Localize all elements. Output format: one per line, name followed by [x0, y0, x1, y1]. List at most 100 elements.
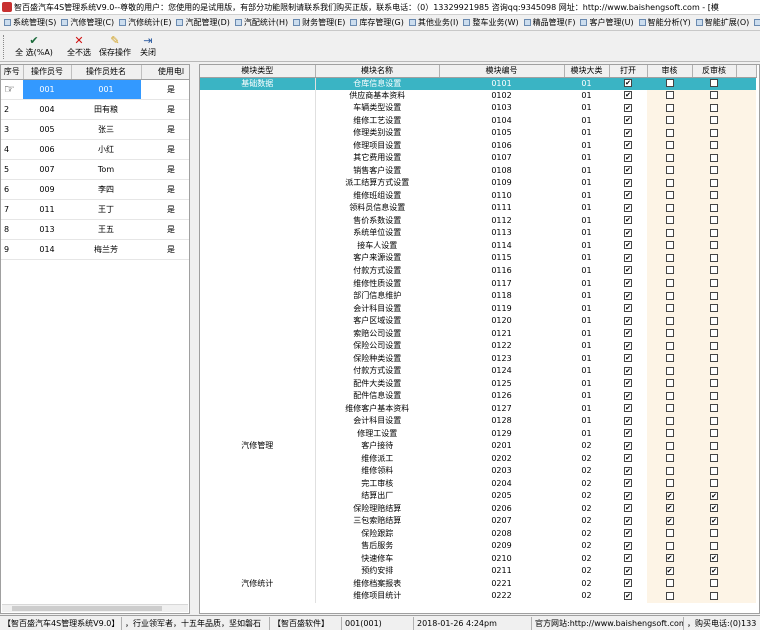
audit-checkbox[interactable] — [665, 116, 674, 125]
audit-checkbox[interactable]: ✔ — [665, 504, 674, 513]
open-checkbox[interactable]: ✔ — [624, 516, 632, 525]
operator-row[interactable]: 7 011 王丁是 — [1, 199, 189, 220]
module-row[interactable]: 预约安排 0211 02 ✔ ✔ ✔ — [200, 565, 756, 578]
unaudit-checkbox[interactable]: ✔ — [710, 504, 718, 513]
open-checkbox[interactable]: ✔ — [624, 554, 632, 563]
operator-row[interactable]: 4 006 小红是 — [1, 139, 189, 160]
module-row[interactable]: 修理类别设置 0105 01 ✔ — [200, 127, 756, 140]
unaudit-checkbox[interactable]: ✔ — [710, 491, 718, 500]
open-checkbox[interactable]: ✔ — [624, 116, 632, 125]
menu-item-9[interactable]: 精品管理(F) — [520, 15, 577, 30]
menu-item-0[interactable]: 系统管理(S) — [0, 15, 57, 30]
unaudit-checkbox[interactable] — [710, 79, 718, 87]
module-row[interactable]: 保险跟踪 0208 02 ✔ — [200, 527, 756, 541]
unaudit-checkbox[interactable] — [710, 191, 718, 200]
menu-item-13[interactable]: 基础数 — [750, 15, 760, 30]
unaudit-checkbox[interactable] — [710, 591, 718, 600]
menu-item-3[interactable]: 汽配管理(D) — [172, 15, 230, 30]
unaudit-checkbox[interactable] — [710, 404, 718, 413]
audit-checkbox[interactable] — [665, 354, 674, 363]
menu-item-4[interactable]: 汽配统计(H) — [231, 15, 289, 30]
open-checkbox[interactable]: ✔ — [624, 79, 632, 87]
unaudit-checkbox[interactable] — [710, 103, 718, 112]
module-column-header[interactable]: 模块类型 — [200, 65, 316, 78]
scrollbar-thumb[interactable] — [12, 606, 162, 611]
audit-checkbox[interactable] — [665, 441, 674, 450]
module-row[interactable]: 保险公司设置 0122 01 ✔ — [200, 339, 756, 353]
audit-checkbox[interactable] — [665, 379, 674, 388]
menu-item-7[interactable]: 其他业务(I) — [405, 15, 460, 30]
open-checkbox[interactable]: ✔ — [624, 316, 632, 325]
module-column-header[interactable]: 模块名称 — [315, 65, 440, 78]
module-row[interactable]: 系统单位设置 0113 01 ✔ — [200, 227, 756, 240]
open-checkbox[interactable]: ✔ — [624, 304, 632, 313]
audit-checkbox[interactable] — [665, 454, 674, 463]
audit-checkbox[interactable] — [665, 141, 674, 150]
unaudit-checkbox[interactable] — [710, 178, 718, 187]
unaudit-checkbox[interactable]: ✔ — [710, 516, 718, 525]
open-checkbox[interactable]: ✔ — [624, 541, 632, 550]
open-checkbox[interactable]: ✔ — [624, 379, 632, 388]
open-checkbox[interactable]: ✔ — [624, 479, 632, 488]
audit-checkbox[interactable] — [665, 329, 674, 338]
unaudit-checkbox[interactable]: ✔ — [710, 566, 718, 575]
toolbar-grip[interactable] — [3, 35, 6, 59]
module-row[interactable]: 部门信息维护 0118 01 ✔ — [200, 289, 756, 303]
operator-row[interactable]: 3 005 张三是 — [1, 119, 189, 140]
audit-checkbox[interactable] — [665, 341, 674, 350]
module-row[interactable]: 会计科目设置 0128 01 ✔ — [200, 414, 756, 428]
module-row[interactable]: 保险理赔结算 0206 02 ✔ ✔ ✔ — [200, 502, 756, 516]
open-checkbox[interactable]: ✔ — [624, 228, 632, 237]
audit-checkbox[interactable] — [665, 266, 674, 275]
audit-checkbox[interactable]: ✔ — [665, 554, 674, 563]
module-row[interactable]: 供应商基本资料 0102 01 ✔ — [200, 89, 756, 103]
module-row[interactable]: 派工结算方式设置 0109 01 ✔ — [200, 177, 756, 190]
save-button[interactable]: ✎ 保存操作 — [97, 34, 133, 60]
unaudit-checkbox[interactable] — [710, 141, 718, 150]
audit-checkbox[interactable]: ✔ — [665, 491, 674, 500]
audit-checkbox[interactable] — [665, 203, 674, 212]
audit-checkbox[interactable] — [665, 153, 674, 162]
module-row[interactable]: 付款方式设置 0116 01 ✔ — [200, 264, 756, 278]
module-row[interactable]: 保险种类设置 0123 01 ✔ — [200, 352, 756, 365]
unaudit-checkbox[interactable] — [710, 153, 718, 162]
select-none-button[interactable]: ✕ 全不选 — [64, 34, 94, 60]
operator-row[interactable]: 5 007 Tom 是 — [1, 159, 189, 180]
unaudit-checkbox[interactable] — [710, 366, 718, 375]
module-row[interactable]: 客户区域设置 0120 01 ✔ — [200, 314, 756, 328]
audit-checkbox[interactable] — [665, 279, 674, 287]
module-row[interactable]: 结算出厂 0205 02 ✔ ✔ ✔ — [200, 490, 756, 503]
unaudit-checkbox[interactable] — [710, 429, 718, 438]
open-checkbox[interactable]: ✔ — [624, 416, 632, 425]
menu-item-8[interactable]: 整车业务(W) — [459, 15, 519, 30]
module-column-header[interactable]: 模块大类 — [564, 65, 610, 78]
unaudit-checkbox[interactable] — [710, 529, 718, 538]
open-checkbox[interactable]: ✔ — [624, 441, 632, 450]
unaudit-checkbox[interactable] — [710, 479, 718, 488]
module-row[interactable]: 汽修统计 维修档案报表 0221 02 ✔ — [200, 577, 756, 591]
module-row[interactable]: 售价系数设置 0112 01 ✔ — [200, 214, 756, 228]
module-row[interactable]: 维修性质设置 0117 01 ✔ — [200, 277, 756, 290]
audit-checkbox[interactable] — [665, 291, 674, 300]
operator-column-header[interactable]: 序号 — [1, 65, 24, 80]
audit-checkbox[interactable] — [665, 579, 674, 588]
audit-checkbox[interactable] — [665, 253, 674, 262]
unaudit-checkbox[interactable] — [710, 91, 718, 100]
open-checkbox[interactable]: ✔ — [624, 203, 632, 212]
open-checkbox[interactable]: ✔ — [624, 566, 632, 575]
open-checkbox[interactable]: ✔ — [624, 429, 632, 438]
operator-row[interactable]: ☞ 001 001 是 — [1, 79, 189, 100]
open-checkbox[interactable]: ✔ — [624, 103, 632, 112]
audit-checkbox[interactable] — [665, 166, 674, 175]
unaudit-checkbox[interactable]: ✔ — [710, 554, 718, 563]
unaudit-checkbox[interactable] — [710, 379, 718, 388]
audit-checkbox[interactable]: ✔ — [665, 566, 674, 575]
unaudit-checkbox[interactable] — [710, 541, 718, 550]
unaudit-checkbox[interactable] — [710, 241, 718, 250]
unaudit-checkbox[interactable] — [710, 316, 718, 325]
unaudit-checkbox[interactable] — [710, 128, 718, 137]
module-column-header[interactable]: 模块编号 — [439, 65, 565, 78]
audit-checkbox[interactable] — [665, 429, 674, 438]
audit-checkbox[interactable] — [665, 391, 674, 400]
unaudit-checkbox[interactable] — [710, 391, 718, 400]
